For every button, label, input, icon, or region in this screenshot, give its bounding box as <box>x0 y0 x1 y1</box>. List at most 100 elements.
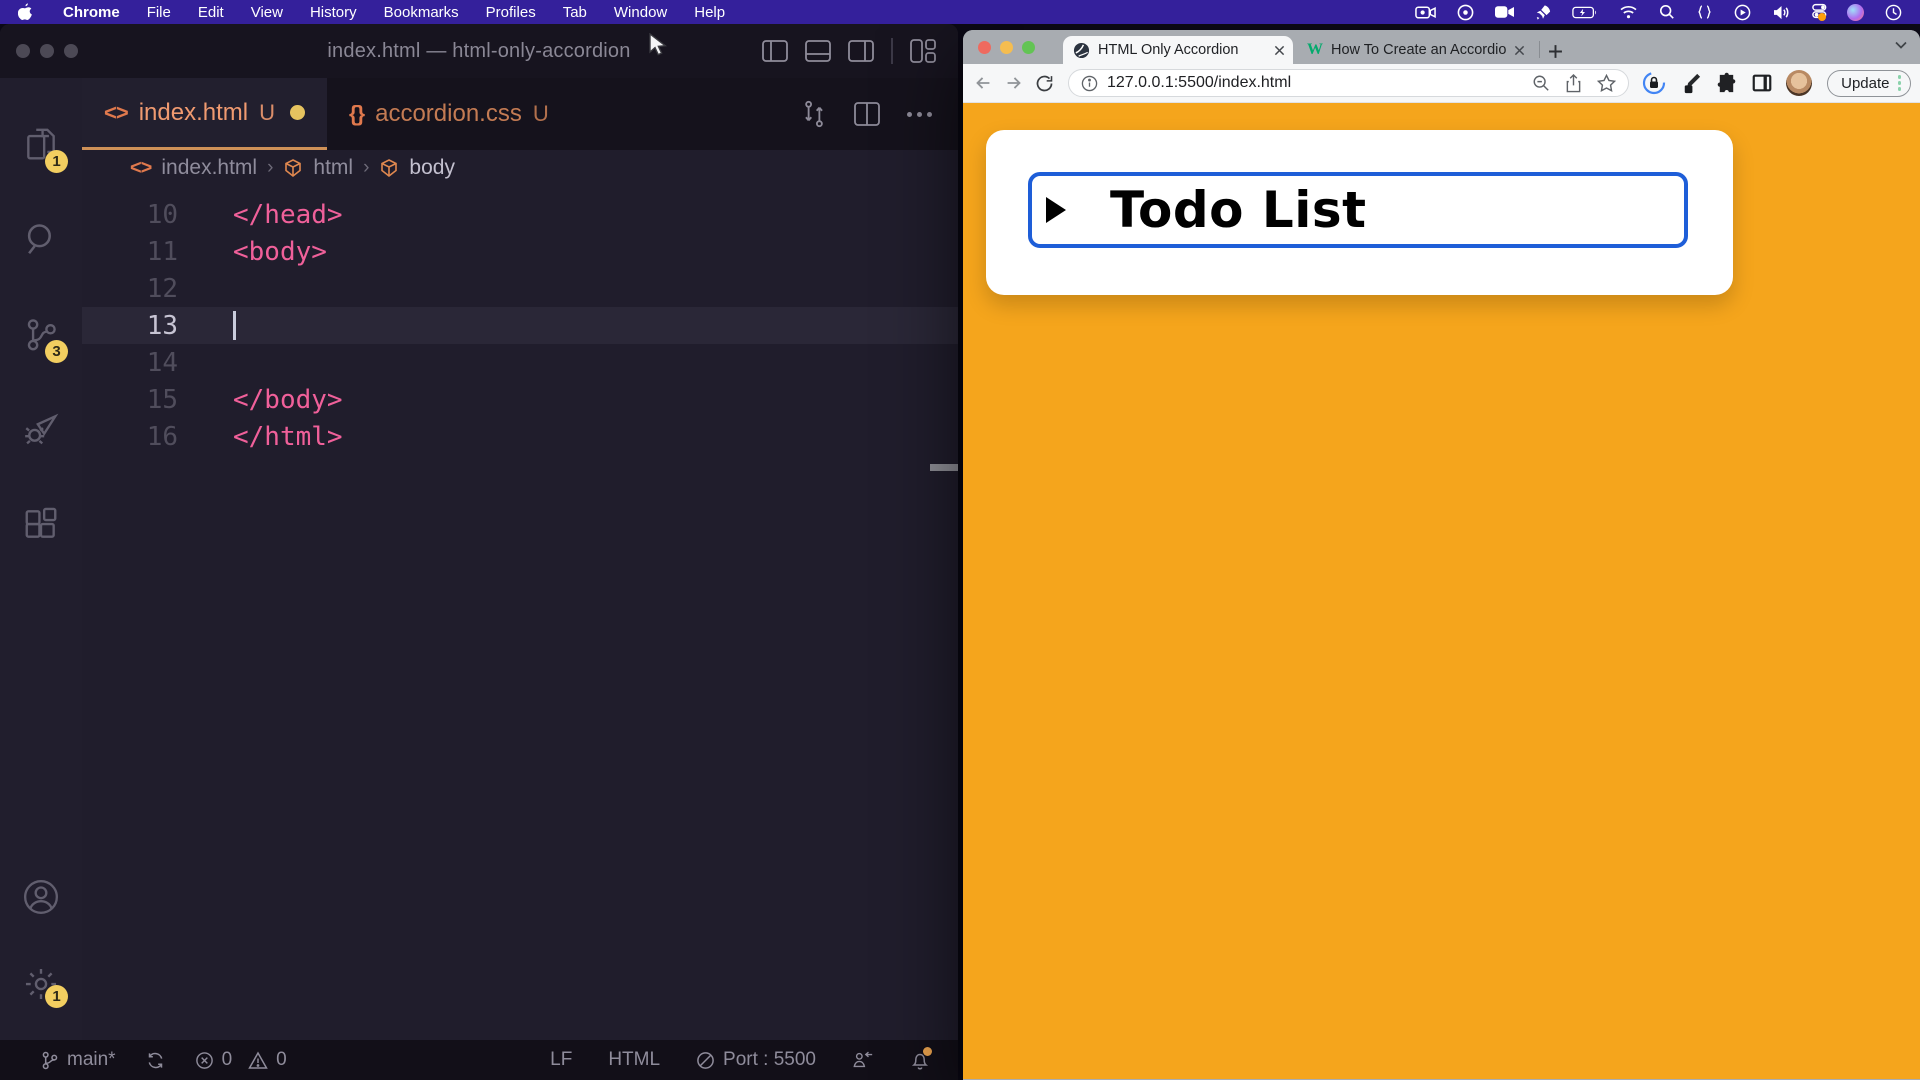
sidebar-item-search[interactable] <box>0 191 82 286</box>
spotlight-search-icon[interactable] <box>1659 4 1675 20</box>
minimize-window-button[interactable] <box>1000 41 1013 54</box>
browser-tab-inactive[interactable]: W How To Create an Accordion <box>1297 36 1533 64</box>
sidebar-item-run-debug[interactable] <box>0 381 82 476</box>
notifications-button[interactable] <box>910 1050 930 1071</box>
braces-icon[interactable] <box>1696 4 1713 20</box>
sidebar-item-explorer[interactable]: 1 <box>0 96 82 191</box>
menu-profiles[interactable]: Profiles <box>486 4 536 21</box>
language-indicator[interactable]: HTML <box>608 1049 660 1071</box>
chevron-right-icon: › <box>363 157 369 179</box>
branch-indicator[interactable]: main* <box>40 1049 116 1071</box>
forward-button[interactable] <box>1003 72 1025 94</box>
menu-tab[interactable]: Tab <box>563 4 587 21</box>
back-button[interactable] <box>972 72 994 94</box>
menu-history[interactable]: History <box>310 4 357 21</box>
side-panel-icon[interactable] <box>1751 72 1773 94</box>
accordion-summary[interactable]: Todo List <box>1028 172 1688 248</box>
reload-button[interactable] <box>1034 73 1055 94</box>
customize-layout-icon[interactable] <box>910 39 936 63</box>
wifi-icon[interactable] <box>1619 5 1638 19</box>
siri-icon[interactable] <box>1847 4 1864 21</box>
vscode-window-title: index.html — html-only-accordion <box>327 40 630 63</box>
color-picker-extension-icon[interactable] <box>1679 72 1702 95</box>
video-camera-icon[interactable] <box>1495 5 1514 19</box>
vscode-window: index.html — html-only-accordion 1 <box>0 24 958 1080</box>
volume-icon[interactable] <box>1772 5 1791 20</box>
apple-menu-icon[interactable] <box>18 3 33 21</box>
eol-indicator[interactable]: LF <box>550 1049 572 1071</box>
scrollbar-thumb[interactable] <box>930 464 958 471</box>
menu-view[interactable]: View <box>251 4 283 21</box>
minimize-window-button[interactable] <box>40 44 54 58</box>
info-icon[interactable] <box>1081 75 1098 92</box>
address-bar[interactable]: 127.0.0.1:5500/index.html <box>1068 69 1629 97</box>
split-editor-icon[interactable] <box>854 102 880 126</box>
macos-menu-bar: Chrome File Edit View History Bookmarks … <box>0 0 1920 24</box>
sidebar-item-extensions[interactable] <box>0 476 82 571</box>
problems-indicator[interactable]: 0 0 <box>195 1049 287 1071</box>
git-branch-icon <box>40 1050 59 1071</box>
menu-app-name[interactable]: Chrome <box>63 4 120 21</box>
rocket-icon[interactable] <box>1535 4 1551 21</box>
screen-capture-icon[interactable] <box>1415 5 1436 20</box>
sidebar-item-source-control[interactable]: 3 <box>0 286 82 381</box>
tab-search-chevron-icon[interactable] <box>1895 41 1907 49</box>
breadcrumb-item-html[interactable]: html <box>313 156 353 180</box>
close-tab-icon[interactable] <box>1514 45 1525 56</box>
toggle-secondary-sidebar-icon[interactable] <box>848 40 874 62</box>
tab-accordion-css[interactable]: {} accordion.css U <box>327 78 571 150</box>
symbol-cube-icon <box>379 158 399 178</box>
live-server-port[interactable]: Port : 5500 <box>696 1049 816 1071</box>
close-window-button[interactable] <box>16 44 30 58</box>
bookmark-star-icon[interactable] <box>1597 74 1616 92</box>
update-button[interactable]: Update <box>1827 70 1911 97</box>
new-tab-button[interactable] <box>1548 44 1563 59</box>
zoom-icon[interactable] <box>1532 74 1550 92</box>
control-center-icon[interactable] <box>1812 3 1826 21</box>
status-right: LF HTML Port : 5500 <box>550 1049 930 1071</box>
record-icon[interactable] <box>1457 4 1474 21</box>
git-status-flag: U <box>533 101 549 127</box>
editor-group: <> index.html U {} accordion.css U <box>82 78 958 1040</box>
share-icon[interactable] <box>1565 74 1582 93</box>
menu-help[interactable]: Help <box>694 4 725 21</box>
battery-icon[interactable] <box>1572 6 1598 19</box>
breadcrumb-item-body[interactable]: body <box>409 156 455 180</box>
close-window-button[interactable] <box>978 41 991 54</box>
more-actions-icon[interactable] <box>907 112 932 117</box>
sync-icon <box>146 1051 165 1070</box>
git-status-flag: U <box>259 100 275 126</box>
browser-tab-active[interactable]: HTML Only Accordion <box>1063 36 1293 64</box>
extensions-puzzle-icon[interactable] <box>1715 72 1738 95</box>
open-changes-icon[interactable] <box>801 100 827 128</box>
toggle-sidebar-icon[interactable] <box>762 40 788 62</box>
breadcrumb-item-file[interactable]: index.html <box>161 156 257 180</box>
menu-bookmarks[interactable]: Bookmarks <box>384 4 459 21</box>
menu-file[interactable]: File <box>147 4 171 21</box>
unsaved-dot-icon[interactable] <box>290 105 305 120</box>
maximize-window-button[interactable] <box>1022 41 1035 54</box>
line-number: 10 <box>82 200 178 230</box>
sidebar-item-account[interactable] <box>0 852 82 942</box>
vscode-status-bar: main* 0 0 LF HTML Port : 5500 <box>0 1040 958 1080</box>
sidebar-item-settings[interactable]: 1 <box>0 942 82 1026</box>
profile-avatar[interactable] <box>1786 70 1812 96</box>
accordion-card: Todo List <box>986 130 1733 295</box>
feedback-button[interactable] <box>852 1050 874 1070</box>
chrome-window: HTML Only Accordion W How To Create an A… <box>963 30 1920 1080</box>
play-circle-icon[interactable] <box>1734 4 1751 21</box>
css-file-icon: {} <box>349 101 364 127</box>
menu-window[interactable]: Window <box>614 4 667 21</box>
close-tab-icon[interactable] <box>1274 45 1285 56</box>
menu-edit[interactable]: Edit <box>198 4 224 21</box>
clock-icon[interactable] <box>1885 4 1902 21</box>
maximize-window-button[interactable] <box>64 44 78 58</box>
code-editor[interactable]: 10</head> 11<body> 12 13 14 15</body> 16… <box>82 186 958 1040</box>
tab-index-html[interactable]: <> index.html U <box>82 78 327 150</box>
privacy-extension-icon[interactable] <box>1642 71 1666 95</box>
vscode-title-bar[interactable]: index.html — html-only-accordion <box>0 24 958 78</box>
sync-indicator[interactable] <box>146 1051 165 1070</box>
url-text[interactable]: 127.0.0.1:5500/index.html <box>1107 74 1291 92</box>
explorer-badge: 1 <box>45 150 68 173</box>
toggle-panel-icon[interactable] <box>805 40 831 62</box>
